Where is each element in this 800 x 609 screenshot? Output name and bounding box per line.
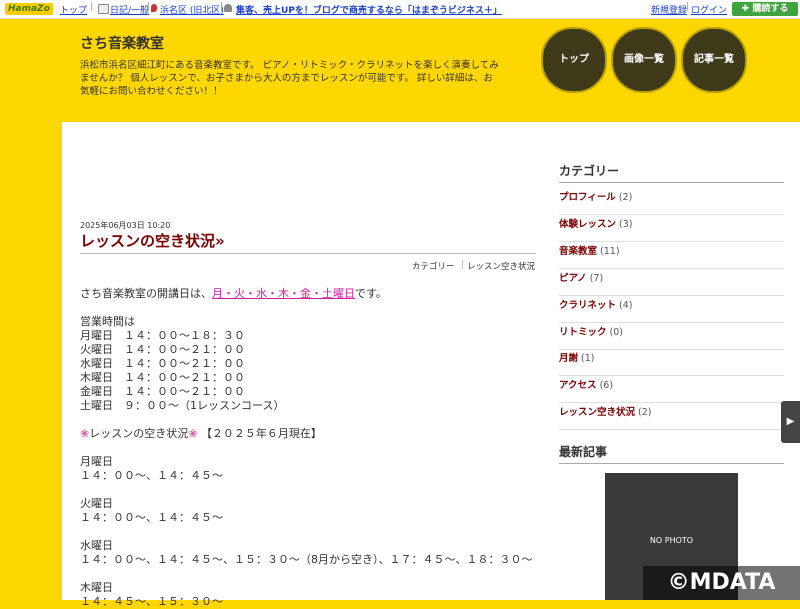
- category-count: (2): [618, 192, 633, 203]
- sidebar-item-availability[interactable]: レッスン空き状況 (2): [559, 404, 784, 430]
- slot-times: １４：４５〜、１５：３０〜: [80, 595, 223, 608]
- sidebar-item-trial[interactable]: 体験レッスン (3): [559, 216, 784, 242]
- divider: |: [90, 2, 94, 12]
- intro-suffix: です。: [355, 287, 387, 300]
- sidebar-toggle-button[interactable]: ▶: [781, 401, 800, 443]
- sidebar-item-clarinet[interactable]: クラリネット (4): [559, 297, 784, 323]
- sidebar-item-rhythmic[interactable]: リトミック (0): [559, 324, 784, 350]
- sidebar-item-school[interactable]: 音楽教室 (11): [559, 243, 784, 269]
- diary-link[interactable]: 日記/一般: [110, 3, 149, 16]
- divider: |: [461, 260, 464, 270]
- region-link[interactable]: 浜名区 (旧北区): [160, 3, 224, 16]
- category-name[interactable]: リトミック: [559, 327, 607, 338]
- recent-posts-heading: 最新記事: [559, 443, 784, 464]
- category-label: カテゴリー: [412, 262, 455, 272]
- sidebar-item-access[interactable]: アクセス (6): [559, 377, 784, 403]
- post-category-link[interactable]: レッスン空き状況: [467, 260, 535, 272]
- location-pin-icon: [151, 4, 157, 12]
- availability-title: レッスンの空き状況: [89, 427, 189, 440]
- category-name[interactable]: 音楽教室: [559, 246, 597, 257]
- register-link[interactable]: 新規登録: [651, 3, 687, 16]
- divider: |: [686, 2, 690, 12]
- category-name[interactable]: プロフィール: [559, 192, 616, 203]
- megaphone-icon: [224, 4, 232, 12]
- category-count: (4): [619, 300, 633, 311]
- category-name[interactable]: 体験レッスン: [559, 219, 616, 230]
- book-icon: [98, 4, 109, 14]
- top-bar: HamaZo トップ | 日記/一般 | 浜名区 (旧北区) | 集客、売上UP…: [0, 0, 800, 19]
- category-count: (11): [600, 246, 620, 257]
- intro-text: さち音楽教室の開講日は、: [80, 287, 212, 300]
- open-days-link[interactable]: 月・火・水・木・金・土曜日: [212, 287, 355, 300]
- category-name[interactable]: アクセス: [559, 380, 597, 391]
- category-name[interactable]: クラリネット: [559, 300, 616, 311]
- watermark: ©MDATA: [643, 566, 800, 600]
- categories-heading: カテゴリー: [559, 162, 784, 183]
- nav-images-button[interactable]: 画像一覧: [611, 27, 677, 93]
- post-title[interactable]: レッスンの空き状況»: [80, 230, 536, 254]
- divider: |: [147, 2, 151, 12]
- category-count: (6): [599, 380, 614, 391]
- intro-line: さち音楽教室の開講日は、月・火・水・木・金・土曜日です。: [80, 285, 387, 301]
- category-count: (0): [609, 327, 624, 338]
- plus-icon: ✚: [741, 4, 753, 14]
- subscribe-label: 購読する: [752, 4, 789, 14]
- top-link[interactable]: トップ: [60, 3, 87, 16]
- slot-times: １４：００〜、１４：４５〜: [80, 469, 223, 482]
- sidebar-item-profile[interactable]: プロフィール (2): [559, 189, 784, 215]
- category-name[interactable]: ピアノ: [559, 273, 587, 284]
- hours-line: 土曜日 ９：００〜（1レッスンコース）: [80, 399, 285, 412]
- login-link[interactable]: ログイン: [691, 3, 727, 16]
- nav-articles-button[interactable]: 記事一覧: [681, 27, 747, 93]
- subscribe-button[interactable]: ✚ 購読する: [732, 2, 798, 16]
- slot-times: １４：００〜、１４：４５〜: [80, 511, 223, 524]
- category-name[interactable]: レッスン空き状況: [559, 407, 635, 418]
- blog-description: 浜松市浜名区細江町にある音楽教室です。 ピアノ・リトミック・クラリネットを楽しく…: [80, 60, 499, 97]
- sidebar-item-fee[interactable]: 月謝 (1): [559, 350, 784, 376]
- sidebar-item-piano[interactable]: ピアノ (7): [559, 270, 784, 296]
- flower-icon: ❀: [80, 427, 90, 440]
- divider: |: [220, 2, 224, 12]
- category-count: (1): [581, 353, 595, 364]
- hamazo-logo[interactable]: HamaZo: [5, 3, 53, 15]
- availability-date: 【２０２５年６月現在】: [200, 427, 322, 440]
- chevron-right-icon: ▶: [786, 416, 795, 427]
- blog-title[interactable]: さち音楽教室: [80, 33, 164, 53]
- category-count: (2): [638, 407, 652, 418]
- flower-icon: ❀: [188, 427, 198, 440]
- category-count: (3): [619, 219, 633, 230]
- business-plus-link[interactable]: 集客、売上UPを！ブログで商売するなら「はまぞうビジネス＋」: [236, 3, 502, 16]
- availability-heading: ❀レッスンの空き状況❀ 【２０２５年６月現在】: [80, 425, 322, 441]
- category-name[interactable]: 月謝: [559, 353, 578, 364]
- nav-top-button[interactable]: トップ: [541, 27, 607, 93]
- category-count: (7): [589, 273, 604, 284]
- slot-times: １４：００〜、１４：４５〜、１５：３０〜（8月から空き）、１７：４５〜、１８：３…: [80, 553, 533, 566]
